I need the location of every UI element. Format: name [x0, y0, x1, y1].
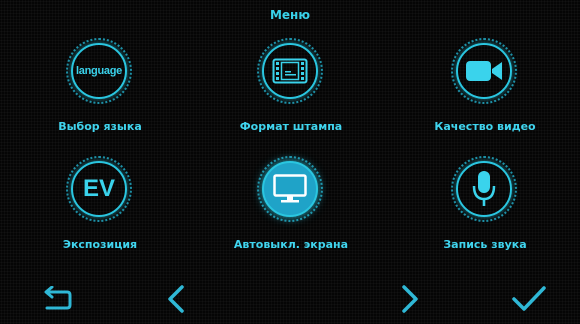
- back-icon: [44, 286, 72, 310]
- menu-item-sound-recording[interactable]: Запись звука: [410, 156, 560, 266]
- menu-item-language-label: Выбор языка: [58, 120, 142, 133]
- menu-item-screen-auto-off-circle: [257, 156, 323, 222]
- monitor-icon: [273, 174, 307, 204]
- next-button[interactable]: [390, 282, 430, 316]
- menu-title: Меню: [269, 8, 311, 22]
- next-icon: [402, 285, 418, 313]
- menu-item-exposure-circle: EV: [66, 156, 132, 222]
- video-camera-icon: [465, 59, 503, 83]
- confirm-button[interactable]: [509, 282, 549, 316]
- menu-item-language[interactable]: language Выбор языка: [25, 38, 175, 148]
- previous-button[interactable]: [156, 282, 196, 316]
- menu-item-video-quality[interactable]: Качество видео: [410, 38, 560, 148]
- menu-item-stamp-format[interactable]: Формат штампа: [216, 38, 366, 148]
- exposure-icon: EV: [82, 175, 115, 202]
- menu-item-exposure-label: Экспозиция: [62, 238, 138, 251]
- menu-item-exposure[interactable]: EV Экспозиция: [25, 156, 175, 266]
- menu-item-video-quality-label: Качество видео: [434, 120, 536, 133]
- microphone-icon: [471, 170, 497, 208]
- menu-item-sound-recording-label: Запись звука: [443, 238, 527, 251]
- confirm-icon: [512, 286, 546, 311]
- language-icon: language: [76, 65, 122, 77]
- stamp-format-icon: [272, 58, 308, 84]
- back-button[interactable]: [36, 282, 76, 316]
- menu-item-stamp-format-label: Формат штампа: [239, 120, 343, 133]
- menu-item-sound-recording-circle: [451, 156, 517, 222]
- menu-item-stamp-format-circle: [257, 38, 323, 104]
- menu-item-video-quality-circle: [451, 38, 517, 104]
- menu-item-screen-auto-off-label: Автовыкл. экрана: [233, 238, 349, 251]
- menu-item-screen-auto-off[interactable]: Автовыкл. экрана: [216, 156, 366, 266]
- menu-item-language-circle: language: [66, 38, 132, 104]
- previous-icon: [168, 285, 184, 313]
